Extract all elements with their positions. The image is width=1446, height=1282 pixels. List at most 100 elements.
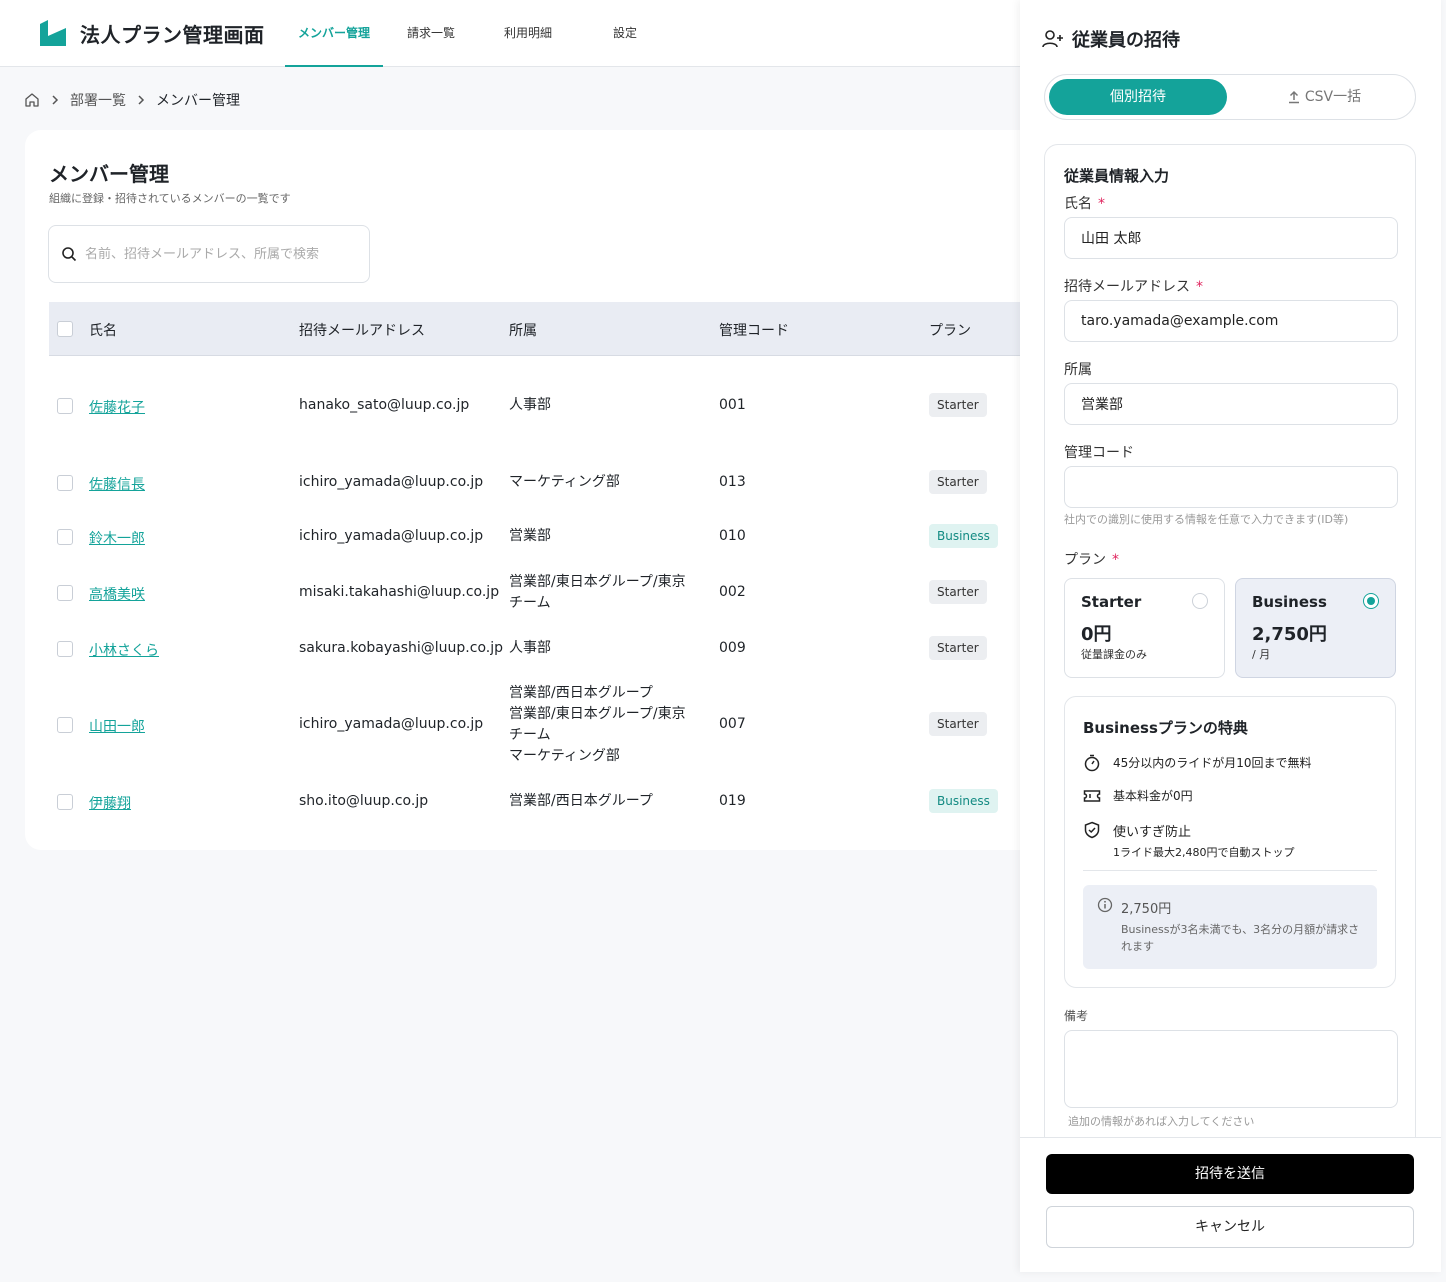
member-dept: 人事部	[509, 395, 551, 416]
member-email: ichiro_yamada@luup.co.jp	[299, 716, 484, 732]
plan-label: プラン *	[1064, 552, 1119, 568]
form-section-title: 従業員情報入力	[1064, 167, 1170, 185]
dept-line: 営業部/西日本グループ	[509, 685, 653, 701]
plan-starter-radio[interactable]	[1192, 593, 1208, 609]
notes-label: 備考	[1064, 1009, 1089, 1023]
row-checkbox[interactable]	[57, 398, 73, 414]
member-code: 001	[719, 397, 746, 413]
email-label: 招待メールアドレス *	[1064, 279, 1203, 295]
user-plus-icon	[1042, 30, 1063, 48]
dept-label: 所属	[1064, 362, 1092, 378]
member-dept: 営業部	[509, 526, 551, 547]
shield-check-icon	[1084, 821, 1100, 839]
home-icon[interactable]	[24, 92, 40, 108]
breadcrumb: 部署一覧 メンバー管理	[24, 89, 240, 111]
table-row: 山田一郎 ichiro_yamada@luup.co.jp 営業部/西日本グループ営…	[49, 676, 1035, 774]
column-header-code[interactable]: 管理コード	[719, 320, 789, 340]
invite-panel: 従業員の招待 個別招待 CSV一括 従業員情報入力 氏名* 招待メールアドレス*…	[1020, 0, 1441, 1272]
info-text: Businessが3名未満でも、3名分の月額が請求されます	[1121, 923, 1360, 953]
breadcrumb-current: メンバー管理	[156, 93, 240, 109]
member-code: 019	[719, 793, 746, 809]
table-row: 伊藤翔 sho.ito@luup.co.jp 営業部/西日本グループ 019 Busin…	[49, 774, 1035, 830]
plan-option-starter[interactable]: Starter 0円 従量課金のみ	[1064, 578, 1225, 678]
member-name-link[interactable]: 山田一郎	[89, 716, 145, 736]
column-header-name[interactable]: 氏名	[89, 320, 117, 340]
column-header-plan[interactable]: プラン	[929, 320, 971, 340]
page-title: メンバー管理	[49, 162, 169, 186]
dept-field[interactable]	[1064, 383, 1398, 425]
plan-starter-price: 0円	[1081, 624, 1112, 645]
plan-badge: Starter	[929, 470, 987, 494]
member-code: 013	[719, 474, 746, 490]
cancel-button[interactable]: キャンセル	[1046, 1206, 1414, 1248]
tab-settings[interactable]: 設定	[600, 0, 650, 67]
member-name-link[interactable]: 佐藤信長	[89, 474, 145, 494]
tab-usage[interactable]: 利用明細	[490, 0, 566, 67]
chevron-right-icon	[50, 94, 60, 106]
dept-line: チーム	[509, 595, 551, 611]
tab-invoices[interactable]: 請求一覧	[392, 0, 470, 67]
plan-starter-note: 従量課金のみ	[1081, 648, 1147, 661]
panel-title-text: 従業員の招待	[1072, 30, 1180, 51]
search-box	[48, 225, 370, 283]
plan-badge: Starter	[929, 712, 987, 736]
table-row: 鈴木一郎 ichiro_yamada@luup.co.jp 営業部 010 Busine…	[49, 510, 1035, 564]
row-checkbox[interactable]	[57, 717, 73, 733]
member-dept: 営業部/西日本グループ 営業部/東日本グループ/東京 チーム マーケティング部	[509, 683, 686, 767]
member-name-link[interactable]: 高橋美咲	[89, 584, 145, 604]
row-checkbox[interactable]	[57, 585, 73, 601]
code-field[interactable]	[1064, 466, 1398, 508]
plan-badge: Business	[929, 789, 998, 813]
table-body: 佐藤花子 hanako_sato@luup.co.jp 人事部 001 Starter 佐…	[49, 356, 1035, 830]
search-icon	[62, 247, 77, 262]
panel-footer: 招待を送信 キャンセル	[1020, 1137, 1441, 1272]
row-checkbox[interactable]	[57, 475, 73, 491]
member-email: hanako_sato@luup.co.jp	[299, 397, 470, 413]
send-invite-button[interactable]: 招待を送信	[1046, 1154, 1414, 1194]
name-field[interactable]	[1064, 217, 1398, 259]
member-name-link[interactable]: 伊藤翔	[89, 793, 131, 813]
billing-info-box: 2,750円 Businessが3名未満でも、3名分の月額が請求されます	[1083, 885, 1377, 969]
table-row: 佐藤花子 hanako_sato@luup.co.jp 人事部 001 Starter	[49, 356, 1035, 456]
member-code: 002	[719, 584, 746, 600]
column-header-email[interactable]: 招待メールアドレス	[299, 320, 425, 340]
notes-field[interactable]	[1064, 1030, 1398, 1108]
plan-business-radio[interactable]	[1363, 593, 1379, 609]
row-checkbox[interactable]	[57, 529, 73, 545]
breadcrumb-departments[interactable]: 部署一覧	[70, 90, 126, 110]
member-name-link[interactable]: 小林さくら	[89, 640, 159, 660]
email-field[interactable]	[1064, 300, 1398, 342]
code-label: 管理コード	[1064, 445, 1134, 461]
ticket-icon	[1083, 790, 1101, 802]
search-input[interactable]	[85, 246, 355, 262]
member-dept: 営業部/東日本グループ/東京 チーム	[509, 572, 686, 614]
individual-invite-tab[interactable]: 個別招待	[1049, 79, 1227, 115]
dept-line: マーケティング部	[509, 748, 620, 764]
info-amount: 2,750円	[1121, 902, 1172, 917]
member-dept: マーケティング部	[509, 472, 620, 493]
divider	[1083, 870, 1377, 871]
plan-business-name: Business	[1252, 593, 1327, 611]
plan-starter-name: Starter	[1081, 593, 1142, 611]
benefit-overuse-protection: 使いすぎ防止 1ライド最大2,480円で自動ストップ	[1083, 821, 1295, 860]
plan-option-business[interactable]: Business 2,750円 / 月	[1235, 578, 1396, 678]
employee-form: 従業員情報入力 氏名* 招待メールアドレス* 所属 管理コード 社内での識別に使…	[1044, 144, 1416, 1154]
table-row: 小林さくら sakura.kobayashi@luup.co.jp 人事部 009 St…	[49, 622, 1035, 676]
row-checkbox[interactable]	[57, 641, 73, 657]
select-all-checkbox[interactable]	[57, 321, 73, 337]
member-code: 009	[719, 640, 746, 656]
member-email: misaki.takahashi@luup.co.jp	[299, 584, 500, 600]
plan-badge: Starter	[929, 580, 987, 604]
member-code: 010	[719, 528, 746, 544]
upload-icon	[1288, 90, 1299, 104]
plan-badge: Starter	[929, 636, 987, 660]
tab-members[interactable]: メンバー管理	[285, 0, 383, 67]
csv-invite-tab[interactable]: CSV一括	[1235, 79, 1413, 115]
member-name-link[interactable]: 佐藤花子	[89, 397, 145, 417]
member-name-link[interactable]: 鈴木一郎	[89, 528, 145, 548]
column-header-dept[interactable]: 所属	[509, 320, 537, 340]
notes-hint: 追加の情報があれば入力してください	[1068, 1115, 1255, 1128]
dept-line: 人事部	[509, 640, 551, 656]
row-checkbox[interactable]	[57, 794, 73, 810]
dept-line: マーケティング部	[509, 474, 620, 490]
